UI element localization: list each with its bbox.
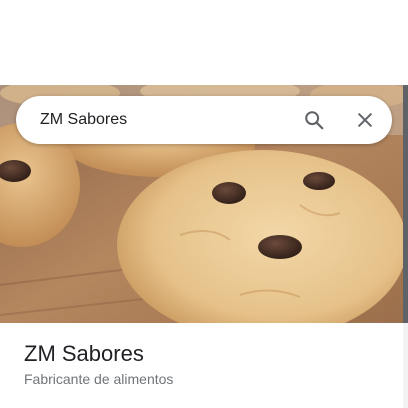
place-title: ZM Sabores [24,341,144,366]
close-button[interactable] [353,108,377,132]
scrollbar-thumb[interactable] [403,85,408,323]
place-category[interactable]: Fabricante de alimentos [24,369,384,389]
search-box [16,96,392,144]
search-input[interactable] [40,108,302,132]
search-button[interactable] [302,108,326,132]
place-info: ZM Sabores Fabricante de alimentos [24,340,384,389]
maps-place-panel: ZM Sabores Fabricante de alimentos [0,0,408,408]
close-icon [358,113,372,127]
search-icon [305,111,324,130]
